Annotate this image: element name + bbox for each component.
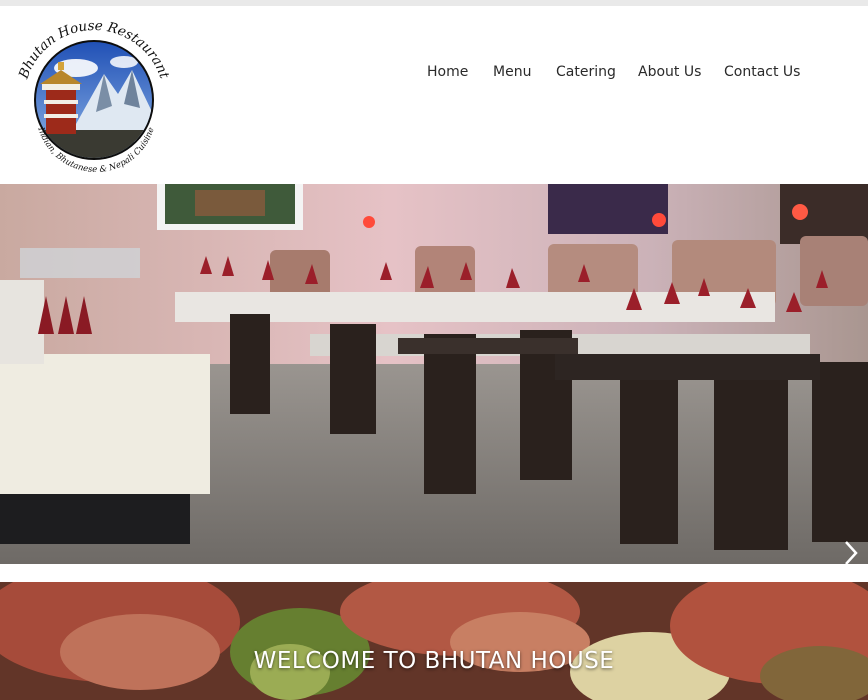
nav-home[interactable]: Home [427,64,468,80]
food-photo [0,582,868,700]
nav-contact-us[interactable]: Contact Us [724,64,800,80]
chevron-right-icon[interactable] [844,540,858,564]
restaurant-logo[interactable]: Bhutan House Restaurant Indian, Bhutanes… [6,12,182,188]
section-gap [0,564,868,582]
dining-room-photo [0,184,868,564]
nav-menu[interactable]: Menu [493,64,531,80]
hero-image-slider [0,184,868,564]
food-banner [0,582,868,700]
nav-about-us[interactable]: About Us [638,64,701,80]
welcome-heading: WELCOME TO BHUTAN HOUSE [253,648,615,674]
site-header: Bhutan House Restaurant Indian, Bhutanes… [0,6,868,184]
nav-catering[interactable]: Catering [556,64,616,80]
